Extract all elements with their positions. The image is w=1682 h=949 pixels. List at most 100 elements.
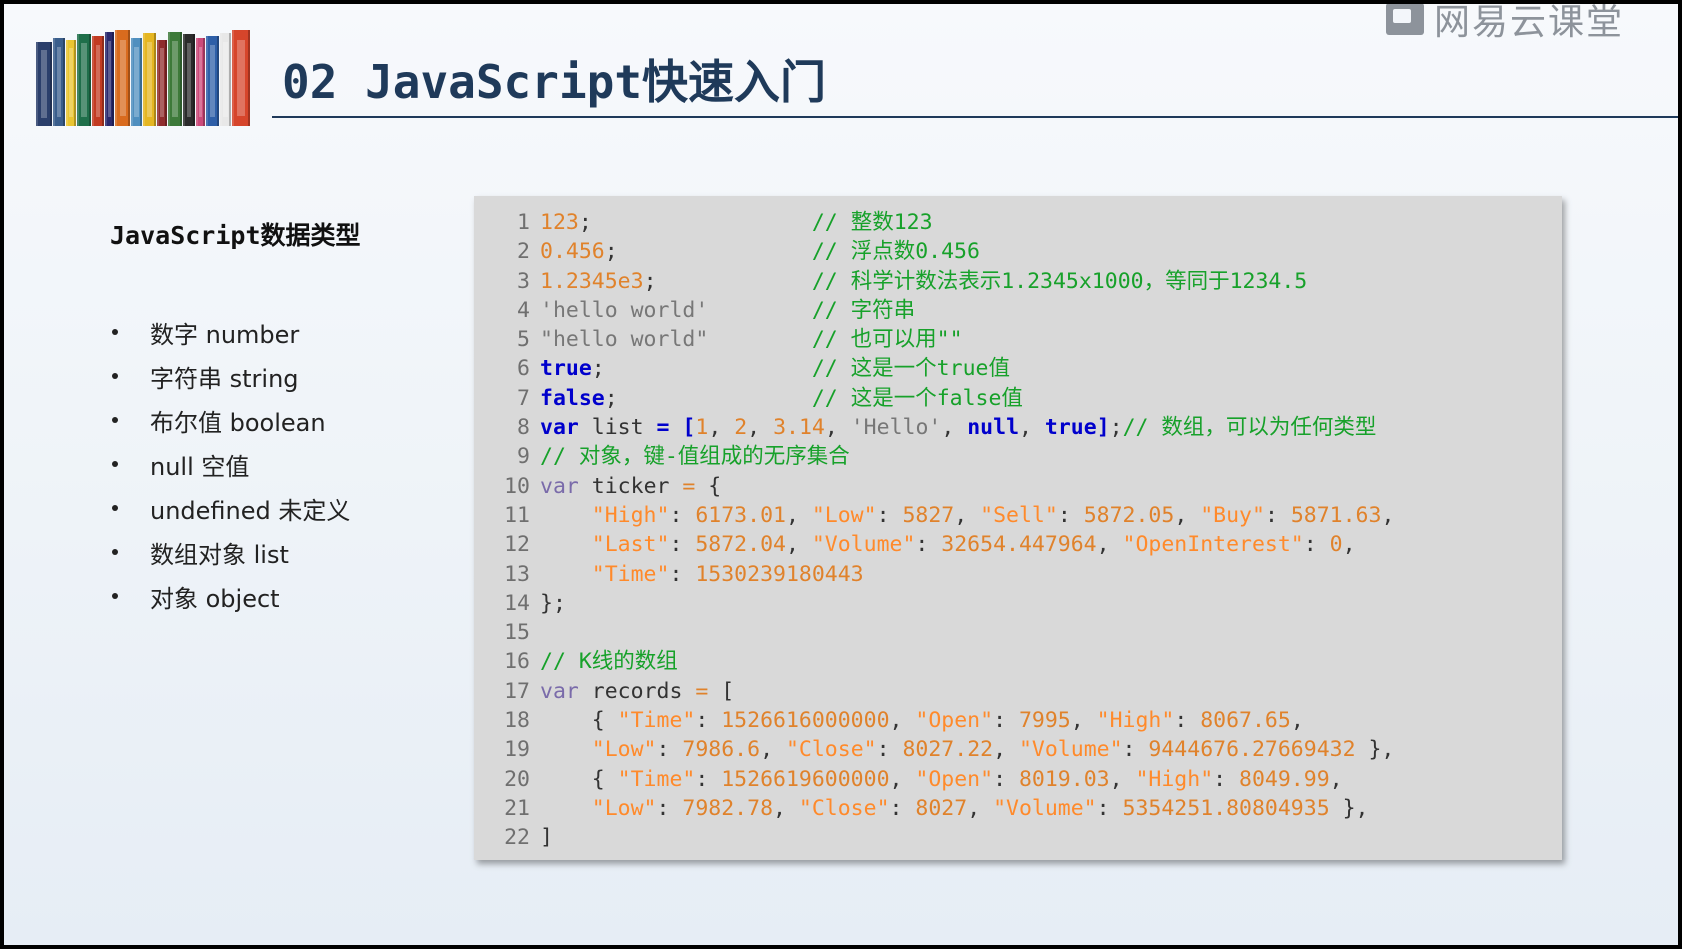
code-line: 10 var ticker = { [474,472,1562,501]
code-token: 8027.22 [902,737,994,763]
code-token: // 数组，可以为任何类型 [1122,415,1377,441]
code-token: ] [1096,415,1110,441]
code-token: "Time" [591,561,670,587]
list-item: undefined 未定义 [108,486,350,530]
code-token: 8067.65 [1200,708,1291,734]
list-item-label: undefined 未定义 [150,496,351,525]
code-text: // 对象，键-值组成的无序集合 [540,444,850,469]
book-spine [92,35,104,126]
code-token: "Volume" [811,532,916,558]
code-token: "High" [1096,708,1175,734]
line-number: 21 [504,795,530,821]
list-item-label: 数组对象 list [150,540,289,569]
code-line: 5 "hello world" // 也可以用"" [474,325,1562,354]
code-token: : [1122,737,1149,763]
code-token: 'Hello' [850,415,942,441]
code-text: { "Time": 1526619600000, "Open": 8019.03… [540,767,1343,792]
line-number: 6 [517,356,530,382]
code-token: var [540,678,579,704]
line-number: 4 [517,297,530,323]
code-token: : [993,766,1019,792]
code-line: 11 "High": 6173.01, "Low": 5827, "Sell":… [474,501,1562,530]
code-token: , [760,737,786,763]
code-text: "High": 6173.01, "Low": 5827, "Sell": 58… [540,502,1395,528]
code-text: 1.2345e3; // 科学计数法表示1.2345x1000，等同于1234.… [540,269,1307,294]
code-token: // 这是一个false值 [811,385,1023,411]
bullet-icon [112,417,118,423]
code-token: 5871.63 [1290,502,1382,528]
code-token: "Buy" [1200,502,1265,528]
code-token: : [1057,502,1084,528]
line-number: 8 [517,415,530,441]
code-token: : [656,795,683,821]
code-line: 14}; [474,589,1562,618]
code-line: 7 false; // 这是一个false值 [474,384,1562,413]
book-spine [53,37,65,126]
code-token: : [889,795,916,821]
code-token: , [1109,766,1136,792]
code-token: : [669,532,696,558]
code-token: var [540,473,579,499]
code-token: ] [540,825,553,851]
book-spine [105,31,114,126]
code-token: 8019.03 [1018,766,1110,792]
code-text: "hello world" // 也可以用"" [540,327,963,352]
line-number: 2 [517,239,530,265]
line-number: 13 [504,561,530,587]
code-token: "Volume" [1018,737,1123,763]
code-token: 6173.01 [695,502,786,528]
code-token: : [695,766,722,792]
slide-title: 02 JavaScript快速入门 [282,55,827,109]
code-token: ; [604,239,618,265]
code-token: // 整数123 [811,210,933,235]
code-token: // 字符串 [811,297,916,323]
line-number: 14 [504,590,530,616]
code-token: }, [1329,795,1369,821]
code-token: : [695,708,722,734]
code-token: 8049.99 [1239,766,1330,792]
code-line: 15 [474,618,1562,647]
list-item-label: 字符串 string [150,364,299,393]
line-number: 17 [504,678,530,704]
code-token: "hello world" [540,327,709,353]
list-item: 布尔值 boolean [108,398,350,442]
code-token: , [773,795,799,821]
code-token: ; [578,210,592,235]
list-item-label: null 空值 [150,452,250,481]
code-token: 2 [734,415,748,441]
code-text: "Low": 7982.78, "Close": 8027, "Volume":… [540,795,1369,821]
bullet-icon [112,373,118,379]
code-token: "Close" [785,737,877,763]
code-panel: 1 123; // 整数123 2 0.456; // 浮点数0.456 3 1.2345… [474,196,1562,860]
code-token: "Volume" [993,795,1097,821]
line-number: 3 [517,268,530,294]
code-token: // 也可以用"" [811,327,963,353]
line-number: 10 [504,473,530,499]
code-token: records [578,678,696,704]
code-token: false [540,385,605,411]
code-line: 3 1.2345e3; // 科学计数法表示1.2345x1000，等同于1234… [474,267,1562,296]
bullet-icon [112,549,118,555]
code-token: true [1044,415,1097,441]
code-token: , [1329,766,1343,792]
code-token: , [1096,532,1123,558]
book-spine [77,33,91,126]
code-text: // K线的数组 [540,649,678,674]
books-logo [36,28,258,126]
line-number: 20 [504,766,530,792]
list-item-label: 数字 number [150,320,300,349]
code-token: : [669,502,696,528]
code-token: , [1290,708,1304,734]
bullet-icon [112,461,118,467]
list-item: 对象 object [108,574,350,618]
line-number: 11 [504,502,530,528]
code-token: , [1019,415,1045,441]
code-line: 1 123; // 整数123 [474,208,1562,237]
code-token: : [656,737,683,763]
slide: 网易云课堂 02 JavaScript快速入门 JavaScript数据类型 数… [4,4,1678,945]
code-token: , [954,502,981,528]
